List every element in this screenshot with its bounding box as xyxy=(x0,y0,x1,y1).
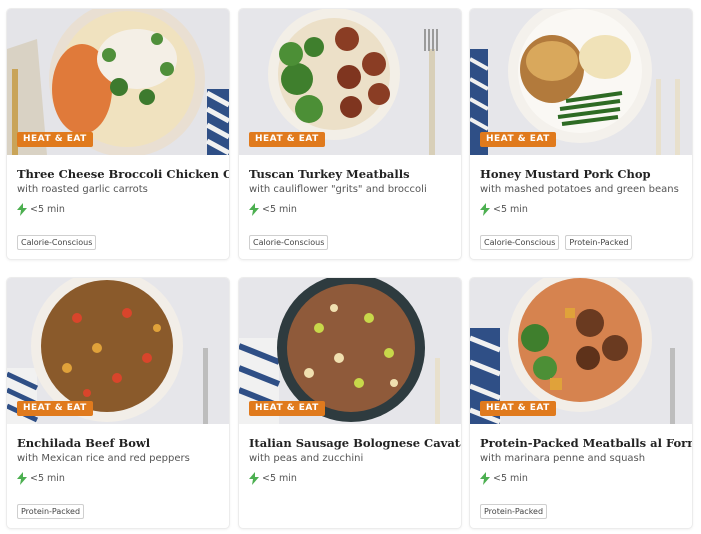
tag-list: Protein-Packed xyxy=(17,504,85,519)
meal-subtitle: with cauliflower "grits" and broccoli xyxy=(249,184,427,195)
prep-time-label: <5 min xyxy=(493,204,528,215)
prep-time-label: <5 min xyxy=(30,204,65,215)
lightning-icon xyxy=(249,472,259,485)
meal-subtitle: with mashed potatoes and green beans xyxy=(480,184,679,195)
meal-card[interactable]: HEAT & EAT Three Cheese Broccoli Chicken… xyxy=(7,9,229,259)
meal-card[interactable]: HEAT & EAT Protein-Packed Meatballs al F… xyxy=(470,278,692,528)
meal-subtitle: with marinara penne and squash xyxy=(480,453,646,464)
prep-time: <5 min xyxy=(249,203,297,216)
heat-eat-badge: HEAT & EAT xyxy=(480,132,556,147)
diet-tag: Protein-Packed xyxy=(565,235,633,250)
prep-time-label: <5 min xyxy=(262,204,297,215)
meal-subtitle: with peas and zucchini xyxy=(249,453,364,464)
prep-time: <5 min xyxy=(480,203,528,216)
heat-eat-badge: HEAT & EAT xyxy=(249,132,325,147)
meal-title: Tuscan Turkey Meatballs xyxy=(249,167,410,181)
meal-title: Three Cheese Broccoli Chicken Orzo xyxy=(17,167,229,181)
meal-card[interactable]: HEAT & EAT Italian Sausage Bolognese Cav… xyxy=(239,278,461,528)
lightning-icon xyxy=(249,203,259,216)
prep-time: <5 min xyxy=(249,472,297,485)
meal-subtitle: with Mexican rice and red peppers xyxy=(17,453,190,464)
diet-tag: Protein-Packed xyxy=(17,504,85,519)
tag-list: Calorie-Conscious xyxy=(249,235,329,250)
tag-list: Protein-Packed xyxy=(480,504,548,519)
meal-title: Enchilada Beef Bowl xyxy=(17,436,151,450)
prep-time: <5 min xyxy=(480,472,528,485)
prep-time-label: <5 min xyxy=(493,473,528,484)
prep-time-label: <5 min xyxy=(30,473,65,484)
diet-tag: Calorie-Conscious xyxy=(17,235,97,250)
meal-title: Italian Sausage Bolognese Cavatappi xyxy=(249,436,461,450)
lightning-icon xyxy=(480,472,490,485)
meal-title: Protein-Packed Meatballs al Forno xyxy=(480,436,692,450)
prep-time: <5 min xyxy=(17,203,65,216)
heat-eat-badge: HEAT & EAT xyxy=(480,401,556,416)
lightning-icon xyxy=(480,203,490,216)
lightning-icon xyxy=(17,472,27,485)
meal-card[interactable]: HEAT & EAT Enchilada Beef Bowl with Mexi… xyxy=(7,278,229,528)
prep-time: <5 min xyxy=(17,472,65,485)
meal-title: Honey Mustard Pork Chop xyxy=(480,167,651,181)
diet-tag: Calorie-Conscious xyxy=(249,235,329,250)
meal-card[interactable]: HEAT & EAT Honey Mustard Pork Chop with … xyxy=(470,9,692,259)
diet-tag: Protein-Packed xyxy=(480,504,548,519)
heat-eat-badge: HEAT & EAT xyxy=(17,132,93,147)
meal-subtitle: with roasted garlic carrots xyxy=(17,184,148,195)
prep-time-label: <5 min xyxy=(262,473,297,484)
diet-tag: Calorie-Conscious xyxy=(480,235,560,250)
heat-eat-badge: HEAT & EAT xyxy=(249,401,325,416)
meal-card[interactable]: HEAT & EAT Tuscan Turkey Meatballs with … xyxy=(239,9,461,259)
heat-eat-badge: HEAT & EAT xyxy=(17,401,93,416)
tag-list: Calorie-Conscious Protein-Packed xyxy=(480,235,633,250)
tag-list: Calorie-Conscious xyxy=(17,235,97,250)
lightning-icon xyxy=(17,203,27,216)
